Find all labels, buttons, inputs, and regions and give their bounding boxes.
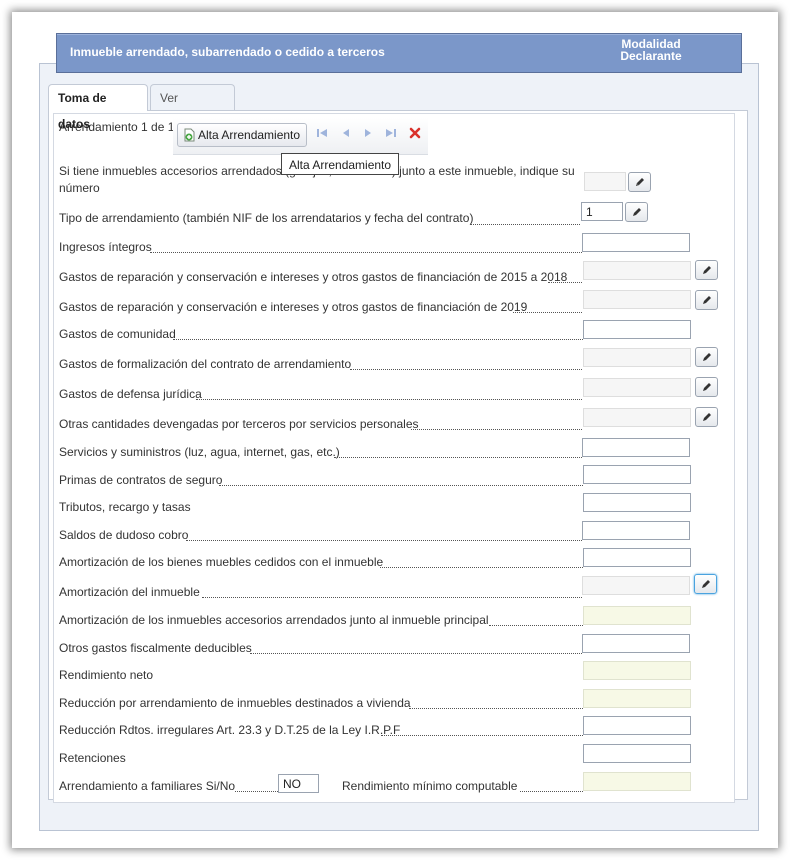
otras-cantidades-label: Otras cantidades devengadas por terceros…: [59, 417, 419, 431]
otros-gastos-label: Otros gastos fiscalmente deducibles: [59, 641, 252, 655]
tipo-field[interactable]: [581, 202, 623, 221]
dotted-leader: [548, 282, 582, 283]
retenciones-field[interactable]: [583, 744, 691, 763]
reduccion-irregulares-field[interactable]: [583, 716, 691, 735]
dotted-leader: [350, 369, 582, 370]
pencil-icon: [703, 383, 711, 391]
ingresos-field[interactable]: [582, 233, 690, 252]
tab-ver-resumen[interactable]: Ver resumen: [150, 84, 235, 131]
dotted-leader: [381, 735, 583, 736]
pencil-icon: [703, 353, 711, 361]
alta-arrendamiento-label: Alta Arrendamiento: [198, 128, 301, 142]
pencil-icon: [702, 580, 710, 588]
declarante-label: Declarante: [620, 49, 682, 63]
comunidad-field[interactable]: [583, 320, 691, 339]
dotted-leader: [334, 457, 582, 458]
dotted-leader: [489, 625, 583, 626]
formalizacion-edit-button[interactable]: [695, 347, 718, 367]
amort-accesorios-field: [583, 606, 691, 625]
formalizacion-label: Gastos de formalización del contrato de …: [59, 357, 352, 371]
dotted-leader: [250, 653, 582, 654]
servicios-label: Servicios y suministros (luz, agua, inte…: [59, 445, 340, 459]
comunidad-label: Gastos de comunidad: [59, 327, 176, 341]
primas-field[interactable]: [583, 465, 691, 484]
section-header: Inmueble arrendado, subarrendado o cedid…: [56, 33, 742, 73]
gastos-2019-edit-button[interactable]: [695, 290, 718, 310]
tributos-label: Tributos, recargo y tasas: [59, 500, 191, 514]
alta-arrendamiento-button[interactable]: Alta Arrendamiento: [177, 123, 307, 147]
otras-cantidades-edit-button[interactable]: [695, 407, 718, 427]
pencil-icon: [703, 266, 711, 274]
dotted-leader: [470, 224, 580, 225]
dotted-leader: [513, 312, 582, 313]
reduccion-vivienda-label: Reducción por arrendamiento de inmuebles…: [59, 696, 411, 710]
last-record-icon[interactable]: [384, 126, 398, 140]
section-title: Inmueble arrendado, subarrendado o cedid…: [70, 45, 385, 59]
minimo-field: [583, 772, 691, 791]
reduccion-irregulares-label: Reducción Rdtos. irregulares Art. 23.3 y…: [59, 723, 401, 737]
dotted-leader: [150, 252, 582, 253]
gastos-2015-edit-button[interactable]: [695, 260, 718, 280]
dotted-leader: [196, 399, 582, 400]
amort-inmueble-field[interactable]: [582, 576, 690, 595]
defensa-label: Gastos de defensa jurídica: [59, 387, 202, 401]
dotted-leader: [380, 567, 583, 568]
tipo-label: Tipo de arrendamiento (también NIF de lo…: [59, 211, 474, 225]
dotted-leader: [219, 485, 583, 486]
pencil-icon: [703, 296, 711, 304]
amort-muebles-label: Amortización de los bienes muebles cedid…: [59, 555, 384, 569]
pencil-icon: [703, 413, 711, 421]
dotted-leader: [409, 708, 583, 709]
familiares-label: Arrendamiento a familiares Si/No: [59, 779, 236, 793]
gastos-2019-field[interactable]: [583, 290, 691, 309]
minimo-label: Rendimiento mínimo computable: [342, 779, 518, 793]
saldos-field[interactable]: [582, 521, 690, 540]
pencil-icon: [636, 178, 644, 186]
formalizacion-field[interactable]: [583, 348, 691, 367]
first-record-icon[interactable]: [315, 126, 329, 140]
gastos-2015-label: Gastos de reparación y conservación e in…: [59, 270, 568, 284]
defensa-edit-button[interactable]: [695, 377, 718, 397]
gastos-2019-label: Gastos de reparación y conservación e in…: [59, 300, 528, 314]
otros-gastos-field[interactable]: [582, 634, 690, 653]
saldos-label: Saldos de dudoso cobro: [59, 528, 189, 542]
rendimiento-field: [583, 661, 691, 680]
familiares-field[interactable]: [278, 774, 319, 793]
gastos-2015-field[interactable]: [583, 261, 691, 280]
delete-icon[interactable]: [408, 126, 422, 140]
pencil-icon: [633, 208, 641, 216]
modalidad-declarante: Modalidad Declarante: [613, 38, 689, 62]
amort-accesorios-label: Amortización de los inmuebles accesorios…: [59, 613, 489, 627]
defensa-field[interactable]: [583, 378, 691, 397]
tipo-edit-button[interactable]: [625, 202, 648, 222]
retenciones-label: Retenciones: [59, 751, 126, 765]
otras-cantidades-field[interactable]: [583, 408, 691, 427]
amort-inmueble-edit-button[interactable]: [694, 574, 717, 594]
dotted-leader: [186, 540, 582, 541]
accesorios-field[interactable]: [584, 172, 626, 191]
alta-tooltip: Alta Arrendamiento: [281, 153, 399, 175]
add-document-icon: [184, 128, 195, 142]
next-record-icon[interactable]: [361, 126, 375, 140]
dotted-leader: [202, 597, 582, 598]
dotted-leader: [235, 791, 278, 792]
accesorios-label-line2: número: [59, 181, 100, 195]
tributos-field[interactable]: [583, 493, 691, 512]
rendimiento-label: Rendimiento neto: [59, 668, 154, 682]
reduccion-vivienda-field: [583, 689, 691, 708]
previous-record-icon[interactable]: [339, 126, 353, 140]
accesorios-edit-button[interactable]: [628, 172, 651, 192]
dotted-leader: [411, 429, 582, 430]
dotted-leader: [520, 791, 583, 792]
amort-inmueble-label: Amortización del inmueble: [59, 585, 200, 599]
ingresos-label: Ingresos íntegros: [59, 240, 152, 254]
primas-label: Primas de contratos de seguro: [59, 473, 223, 487]
tab-toma-de-datos[interactable]: Toma de datos: [48, 84, 148, 131]
record-toolbar: Alta Arrendamiento: [173, 118, 428, 155]
servicios-field[interactable]: [582, 438, 690, 457]
dotted-leader: [173, 339, 583, 340]
amort-muebles-field[interactable]: [583, 548, 691, 567]
